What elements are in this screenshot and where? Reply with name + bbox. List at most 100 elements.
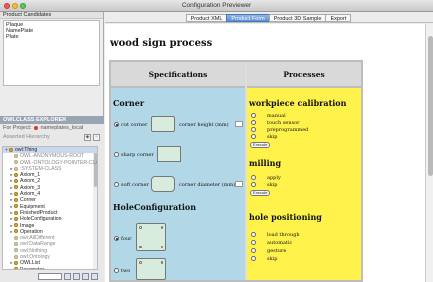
- cut-corner-radio[interactable]: [114, 122, 119, 127]
- four-holes-radio[interactable]: [114, 236, 119, 241]
- product-form-view: wood sign process Specifications Corner …: [105, 24, 425, 282]
- candidates-list[interactable]: Plaque NamePlate Plate: [3, 20, 100, 86]
- tree-toolbar: [2, 272, 98, 281]
- positioning-skip-label: skip: [267, 256, 278, 262]
- tree-search-field[interactable]: [38, 273, 62, 280]
- hierarchy-view-icon[interactable]: ▫: [93, 134, 100, 141]
- tab-product-3d-sample[interactable]: Product 3D Sample: [268, 14, 327, 22]
- tree-row-label: Axiom_3: [20, 184, 41, 191]
- owl-class-icon: [14, 179, 18, 184]
- milling-title: milling: [249, 158, 282, 168]
- tree-row-label: Axiom_4: [20, 191, 41, 198]
- calibration-preprogrammed-radio[interactable]: [251, 127, 256, 132]
- positioning-automatic-label: automatic: [267, 240, 293, 246]
- owl-class-icon: [14, 216, 18, 221]
- tab-export[interactable]: Export: [325, 14, 352, 22]
- tree-row-label: owl:AllDifferent: [20, 235, 55, 242]
- tree-row-label: Image: [20, 222, 35, 229]
- calibration-skip-label: skip: [267, 134, 278, 140]
- calibration-manual-label: manual: [267, 113, 286, 119]
- corner-title: Corner: [113, 98, 145, 108]
- owl-class-icon: [14, 242, 18, 247]
- sharp-corner-preview: [157, 146, 181, 162]
- window-title: Configuration Previewer: [181, 2, 252, 9]
- class-menu-icon[interactable]: [91, 273, 98, 280]
- calibration-manual-radio[interactable]: [251, 113, 256, 118]
- soft-corner-label: soft corner: [121, 182, 149, 188]
- hole-positioning-title: hole positioning: [249, 212, 322, 222]
- tree-row-label: :SYSTEM-CLASS: [20, 165, 62, 172]
- project-name: nameplates_local: [40, 125, 84, 131]
- tab-product-form[interactable]: Product Form: [226, 14, 270, 22]
- calibration-execute-button[interactable]: Execute: [250, 142, 271, 148]
- asserted-hierarchy-label: Asserted Hierarchy: [3, 134, 50, 140]
- title-bar: Configuration Previewer: [0, 0, 433, 12]
- corner-height-input[interactable]: [235, 121, 243, 127]
- tree-row-label: owl:Thing: [15, 147, 38, 153]
- tree-row-label: OWL-ANONYMOUS-ROOT: [20, 153, 85, 160]
- owl-class-icon: [14, 254, 18, 259]
- tab-product-xml[interactable]: Product XML: [185, 14, 228, 22]
- owl-class-icon: [14, 210, 18, 215]
- positioning-load-through-radio[interactable]: [251, 232, 256, 237]
- milling-skip-radio[interactable]: [251, 182, 256, 187]
- content-scrollbar[interactable]: [425, 24, 433, 282]
- candidate-item[interactable]: Plate: [6, 34, 97, 40]
- owl-class-icon: [14, 260, 18, 265]
- hole-icon: [139, 226, 142, 229]
- calibration-skip-radio[interactable]: [251, 134, 256, 139]
- workpiece-calibration-title: workpiece calibration: [249, 98, 347, 108]
- explorer-title: OWLCLASS EXPLORER: [0, 116, 104, 124]
- calibration-touch-sensor-radio[interactable]: [251, 120, 256, 125]
- hole-icon: [160, 245, 163, 248]
- tree-row-label: Parameter: [20, 266, 45, 270]
- tree-row-label: owl:DataRange: [20, 241, 56, 248]
- milling-apply-label: apply: [267, 175, 281, 181]
- sharp-corner-label: sharp corner: [121, 152, 154, 158]
- soft-corner-preview: [151, 176, 175, 192]
- hole-icon: [160, 226, 163, 229]
- sharp-corner-radio[interactable]: [114, 152, 119, 157]
- owl-class-icon: [14, 153, 18, 158]
- tree-row-label: HoleConfiguration: [20, 216, 62, 223]
- holeconfiguration-title: HoleConfiguration: [113, 202, 197, 212]
- owl-class-icon: [14, 223, 18, 228]
- milling-apply-radio[interactable]: [251, 175, 256, 180]
- hierarchy-options-icon[interactable]: ◈: [84, 134, 91, 141]
- tree-row-label: Corner: [20, 197, 36, 204]
- owl-class-icon: [9, 147, 13, 152]
- positioning-gesture-radio[interactable]: [251, 248, 256, 253]
- content-scroll-thumb[interactable]: [427, 36, 433, 176]
- positioning-gesture-label: gesture: [267, 248, 287, 254]
- owl-class-icon: [14, 166, 18, 171]
- hole-icon: [139, 261, 142, 264]
- tab-toolbar: Product XML Product Form Product 3D Sample…: [105, 12, 433, 23]
- specifications-column: Specifications Corner cut corner corner …: [111, 62, 245, 280]
- positioning-skip-radio[interactable]: [251, 256, 256, 261]
- positioning-load-through-label: load through: [267, 232, 300, 238]
- calibration-touch-sensor-label: touch sensor: [267, 120, 300, 126]
- tree-row-label: OWLList: [20, 260, 40, 267]
- tree-row[interactable]: ▸ Parameter: [3, 266, 97, 270]
- add-subclass-icon[interactable]: [73, 273, 80, 280]
- class-tree[interactable]: ▾ owl:Thing OWL-ANONYMOUS-ROOT OWL-ONTOLOGY…: [2, 146, 98, 270]
- soft-corner-radio[interactable]: [114, 182, 119, 187]
- tree-row-label: FinishedProduct: [20, 209, 58, 216]
- owl-class-icon: [14, 172, 18, 177]
- owl-class-icon: [14, 198, 18, 202]
- processes-header: Processes: [247, 62, 361, 88]
- cut-corner-label: cut corner: [121, 122, 148, 128]
- two-holes-radio[interactable]: [114, 268, 119, 273]
- milling-execute-button[interactable]: Execute: [250, 190, 271, 196]
- milling-skip-label: skip: [267, 182, 278, 188]
- tree-row-label: owl:Ontology: [20, 254, 50, 261]
- tree-row-label: Equipment: [20, 203, 45, 210]
- owl-class-icon: [14, 204, 18, 209]
- delete-class-icon[interactable]: [82, 273, 89, 280]
- positioning-automatic-radio[interactable]: [251, 240, 256, 245]
- corner-diameter-input[interactable]: [235, 181, 243, 187]
- two-holes-label: two: [121, 268, 131, 274]
- owlclass-explorer: OWLCLASS EXPLORER For Project: nameplates…: [0, 116, 104, 282]
- tree-row-label: owl:Nothing: [20, 247, 48, 254]
- add-class-icon[interactable]: [64, 273, 71, 280]
